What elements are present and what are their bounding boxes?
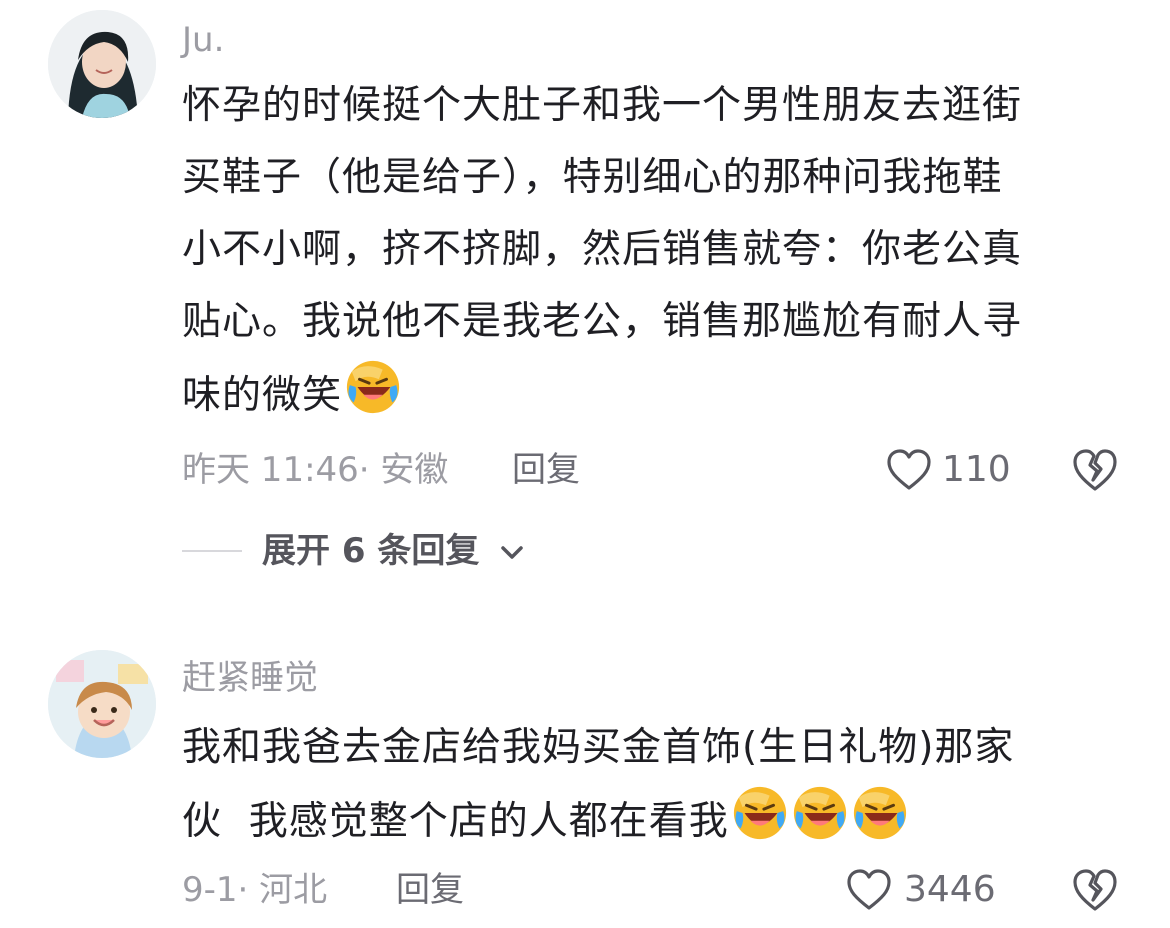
- laughing-crying-emoji: [791, 784, 849, 842]
- username[interactable]: Ju.: [182, 20, 224, 60]
- comment-line: 我和我爸去金店给我妈买金首饰(生日礼物)那家: [182, 725, 1015, 770]
- reply-button[interactable]: 回复: [396, 870, 464, 910]
- divider: [182, 550, 242, 552]
- timestamp-location: 昨天 11:46· 安徽: [182, 450, 449, 490]
- like-count: 110: [942, 449, 1011, 490]
- broken-heart-icon[interactable]: [1072, 867, 1118, 913]
- chevron-down-icon[interactable]: [500, 545, 524, 561]
- timestamp-location: 9-1· 河北: [182, 870, 328, 910]
- username[interactable]: 赶紧睡觉: [182, 658, 318, 698]
- comment-line: 伙 我感觉整个店的人都在看我: [182, 799, 729, 844]
- laughing-crying-emoji: [344, 358, 402, 416]
- comment-line: 买鞋子（他是给子），特别细心的那种问我拖鞋: [182, 155, 1003, 200]
- avatar[interactable]: [48, 10, 156, 118]
- comment-line: 贴心。我说他不是我老公，销售那尴尬有耐人寻: [182, 299, 1023, 344]
- comment-line: 怀孕的时候挺个大肚子和我一个男性朋友去逛街: [182, 83, 1023, 128]
- laughing-crying-emoji: [851, 784, 909, 842]
- comment-line: 小不小啊，挤不挤脚，然后销售就夸：你老公真: [182, 227, 1023, 272]
- laughing-crying-emoji: [731, 784, 789, 842]
- broken-heart-icon[interactable]: [1072, 447, 1118, 493]
- comment-text: 我和我爸去金店给我妈买金首饰(生日礼物)那家 伙 我感觉整个店的人都在看我: [182, 712, 1117, 858]
- heart-outline-icon[interactable]: [886, 448, 932, 492]
- reply-button[interactable]: 回复: [512, 450, 580, 490]
- like-count: 3446: [904, 869, 996, 910]
- avatar[interactable]: [48, 650, 156, 758]
- heart-outline-icon[interactable]: [846, 868, 892, 912]
- expand-replies-button[interactable]: 展开 6 条回复: [262, 531, 479, 571]
- comment-text: 怀孕的时候挺个大肚子和我一个男性朋友去逛街 买鞋子（他是给子），特别细心的那种问…: [182, 70, 1117, 432]
- comment-line: 味的微笑: [182, 373, 343, 418]
